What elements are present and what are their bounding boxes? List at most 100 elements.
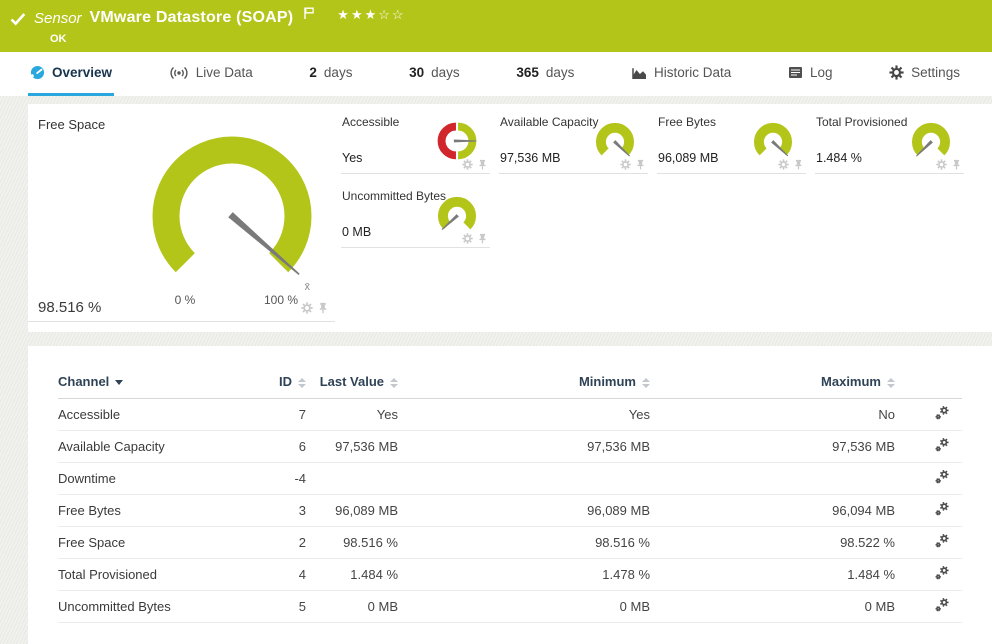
- channel-last-value: 98.516 %: [306, 527, 398, 559]
- log-icon: [788, 66, 803, 79]
- gear-icon[interactable]: [620, 159, 631, 170]
- table-row[interactable]: Downtime-4: [58, 463, 962, 495]
- table-row[interactable]: Accessible7YesYesNo: [58, 399, 962, 431]
- table-body: Accessible7YesYesNoAvailable Capacity697…: [58, 399, 962, 623]
- channel-name: Accessible: [58, 399, 258, 431]
- tab-label: days: [546, 65, 575, 80]
- channel-settings-icon[interactable]: [934, 533, 950, 549]
- gauge-value: 96,089 MB: [658, 151, 718, 165]
- gauges-panel: Free Space x̄ 0 % 100 % 98.516 % Accessi…: [28, 104, 992, 332]
- channel-minimum: 98.516 %: [398, 527, 650, 559]
- gauge-title: Available Capacity: [500, 115, 599, 129]
- channel-settings-icon[interactable]: [934, 469, 950, 485]
- gear-icon[interactable]: [462, 233, 473, 244]
- tab-label: Overview: [52, 65, 112, 80]
- column-header-id[interactable]: ID: [258, 374, 306, 399]
- sort-icon: [298, 378, 306, 388]
- channel-last-value: 1.484 %: [306, 559, 398, 591]
- gear-icon: [889, 65, 904, 80]
- channel-settings-icon[interactable]: [934, 565, 950, 581]
- channel-id: 2: [258, 527, 306, 559]
- channel-settings-icon[interactable]: [934, 437, 950, 453]
- sensor-title: VMware Datastore (SOAP): [90, 9, 294, 27]
- tab-2-days[interactable]: 2 days: [307, 52, 354, 96]
- gear-icon[interactable]: [936, 159, 947, 170]
- channel-settings-icon[interactable]: [934, 597, 950, 613]
- channels-table-panel: ChannelIDLast ValueMinimumMaximum Access…: [28, 346, 992, 644]
- tab-overview[interactable]: Overview: [28, 52, 114, 96]
- gear-icon[interactable]: [301, 302, 313, 314]
- column-header-minimum[interactable]: Minimum: [398, 374, 650, 399]
- gauge-title: Accessible: [342, 115, 399, 129]
- table-row[interactable]: Available Capacity697,536 MB97,536 MB97,…: [58, 431, 962, 463]
- gauge-icon: [30, 65, 45, 80]
- tab-prefix: 30: [409, 65, 424, 80]
- table-row[interactable]: Free Bytes396,089 MB96,089 MB96,094 MB: [58, 495, 962, 527]
- gauge-value: Yes: [342, 151, 362, 165]
- tab-log[interactable]: Log: [786, 52, 835, 96]
- gear-icon[interactable]: [462, 159, 473, 170]
- channel-maximum: 0 MB: [650, 591, 895, 623]
- pin-icon[interactable]: [477, 159, 488, 170]
- broadcast-icon: [169, 66, 189, 80]
- tab-bar: Overview Live Data 2 days 30days 365 days Histo…: [0, 52, 992, 96]
- gear-icon[interactable]: [778, 159, 789, 170]
- column-header-maximum[interactable]: Maximum: [650, 374, 895, 399]
- sort-icon: [390, 378, 398, 388]
- pin-icon[interactable]: [477, 233, 488, 244]
- primary-gauge-tile[interactable]: Free Space x̄ 0 % 100 % 98.516 %: [28, 104, 335, 322]
- gauge-tile-accessible[interactable]: Accessible Yes: [341, 112, 490, 174]
- tab-settings[interactable]: Settings: [887, 52, 962, 96]
- table-row[interactable]: Free Space298.516 %98.516 %98.522 %: [58, 527, 962, 559]
- tab-prefix: 2: [309, 65, 317, 80]
- gauge-min-label: 0 %: [175, 293, 196, 307]
- channel-last-value: 96,089 MB: [306, 495, 398, 527]
- channel-id: 4: [258, 559, 306, 591]
- channel-name: Total Provisioned: [58, 559, 258, 591]
- pin-icon[interactable]: [793, 159, 804, 170]
- chart-icon: [631, 66, 647, 80]
- tab-historic-data[interactable]: Historic Data: [629, 52, 733, 96]
- gauge-title: Free Space: [38, 117, 105, 132]
- gauge-title: Total Provisioned: [816, 115, 907, 129]
- pin-icon[interactable]: [317, 302, 329, 314]
- gauge-tile-free-bytes[interactable]: Free Bytes96,089 MB: [657, 112, 806, 174]
- tab-prefix: 365: [516, 65, 539, 80]
- channel-minimum: 96,089 MB: [398, 495, 650, 527]
- channel-minimum: [398, 463, 650, 495]
- tab-live-data[interactable]: Live Data: [167, 52, 255, 96]
- channel-id: 3: [258, 495, 306, 527]
- channel-last-value: [306, 463, 398, 495]
- channel-settings-icon[interactable]: [934, 501, 950, 517]
- column-header-last-value[interactable]: Last Value: [306, 374, 398, 399]
- page-content: Free Space x̄ 0 % 100 % 98.516 % Accessi…: [0, 96, 992, 644]
- channel-name: Available Capacity: [58, 431, 258, 463]
- channel-id: -4: [258, 463, 306, 495]
- column-header-channel[interactable]: Channel: [58, 374, 258, 399]
- tab-label: Settings: [911, 65, 960, 80]
- sensor-header: Sensor VMware Datastore (SOAP) ★★★☆☆ OK: [0, 0, 992, 52]
- tab-30-days[interactable]: 30days: [407, 52, 462, 96]
- small-gauge-tiles: Accessible Yes Available Capacity97,536 M…: [335, 104, 992, 332]
- gauge-tile-available-capacity[interactable]: Available Capacity97,536 MB: [499, 112, 648, 174]
- channel-minimum: Yes: [398, 399, 650, 431]
- free-space-gauge: x̄: [126, 124, 338, 294]
- channel-settings-icon[interactable]: [934, 405, 950, 421]
- pin-icon[interactable]: [635, 159, 646, 170]
- tab-label: Log: [810, 65, 833, 80]
- pin-icon[interactable]: [951, 159, 962, 170]
- column-header-actions: [895, 374, 962, 399]
- gauge-tile-total-provisioned[interactable]: Total Provisioned1.484 %: [815, 112, 964, 174]
- channel-id: 6: [258, 431, 306, 463]
- tab-365-days[interactable]: 365 days: [514, 52, 576, 96]
- tab-label: days: [324, 65, 353, 80]
- table-row[interactable]: Total Provisioned41.484 %1.478 %1.484 %: [58, 559, 962, 591]
- channel-minimum: 1.478 %: [398, 559, 650, 591]
- gauge-tile-uncommitted-bytes[interactable]: Uncommitted Bytes0 MB: [341, 186, 490, 248]
- table-row[interactable]: Uncommitted Bytes50 MB0 MB0 MB: [58, 591, 962, 623]
- channel-name: Free Bytes: [58, 495, 258, 527]
- flag-icon: [303, 6, 315, 20]
- channel-last-value: 0 MB: [306, 591, 398, 623]
- table-header-row: ChannelIDLast ValueMinimumMaximum: [58, 374, 962, 399]
- priority-stars[interactable]: ★★★☆☆: [337, 7, 405, 23]
